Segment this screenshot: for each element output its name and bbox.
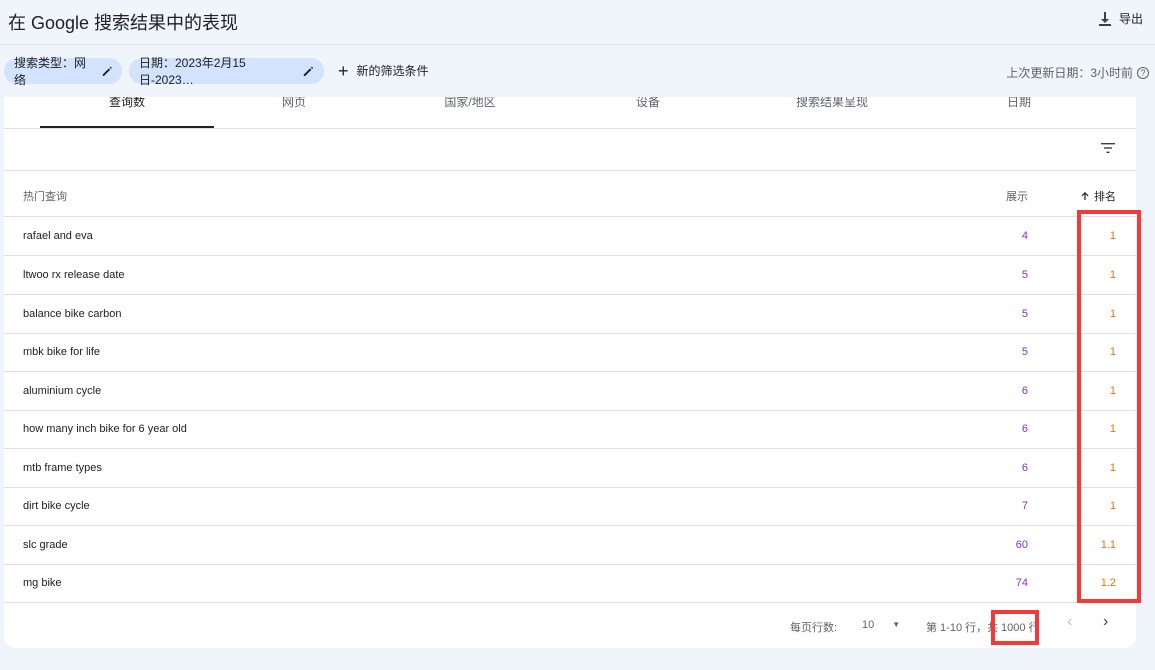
table-row[interactable]: balance bike carbon 5 1 (4, 295, 1136, 334)
table-row[interactable]: how many inch bike for 6 year old 6 1 (4, 410, 1136, 449)
query-cell: balance bike carbon (23, 308, 122, 320)
table-row[interactable]: mbk bike for life 5 1 (4, 333, 1136, 372)
last-updated: 上次更新日期：3小时前 ? (1006, 64, 1149, 81)
tab-search-appearance[interactable]: 搜索结果呈现 (764, 97, 900, 128)
results-card: 查询数 网页 国家/地区 设备 搜索结果呈现 日期 热门查询 展示 排名 raf… (4, 97, 1136, 648)
chevron-left-icon[interactable]: ‹ (1067, 613, 1072, 631)
rows-per-page-label: 每页行数: (790, 622, 838, 634)
table-header: 热门查询 展示 排名 (4, 171, 1136, 217)
page-range: 第 1-10 行，共 (926, 622, 999, 634)
impressions-cell: 6 (1021, 385, 1028, 397)
table-row[interactable]: mtb frame types 6 1 (4, 449, 1136, 488)
page-title: 在 Google 搜索结果中的表现 (8, 13, 239, 33)
query-cell: ltwoo rx release date (23, 269, 125, 281)
edit-icon (304, 66, 314, 76)
dimension-tabs: 查询数 网页 国家/地区 设备 搜索结果呈现 日期 (4, 97, 1136, 129)
tab-devices[interactable]: 设备 (588, 97, 708, 128)
table-row[interactable]: rafael and eva 4 1 (4, 217, 1136, 256)
query-cell: mg bike (23, 577, 62, 589)
rows-per-page-value: 10 (862, 619, 875, 631)
caret-down-icon: ▼ (892, 620, 901, 629)
query-cell: how many inch bike for 6 year old (23, 423, 187, 435)
rows-per-page-select[interactable]: 10 ▼ (862, 619, 900, 631)
date-chip-label: 日期：2023年2月15日-2023… (139, 56, 246, 87)
filter-icon[interactable] (1100, 141, 1116, 155)
table-toolbar (4, 129, 1136, 171)
query-cell: mbk bike for life (23, 346, 101, 358)
column-header-position[interactable]: 排名 (1080, 188, 1116, 204)
date-chip[interactable]: 日期：2023年2月15日-2023… (129, 56, 324, 87)
table-row[interactable]: aluminium cycle 6 1 (4, 372, 1136, 411)
impressions-cell: 74 (1015, 577, 1028, 589)
impressions-cell: 4 (1021, 230, 1028, 242)
impressions-cell: 7 (1021, 500, 1028, 512)
table-row[interactable]: slc grade 60 1.1 (4, 526, 1136, 565)
tab-queries[interactable]: 查询数 (40, 97, 214, 128)
new-filter-label: 新的筛选条件 (356, 64, 429, 78)
arrow-up-icon (1081, 192, 1089, 200)
column-header-query[interactable]: 热门查询 (23, 188, 67, 204)
query-cell: mtb frame types (23, 462, 102, 474)
impressions-cell: 6 (1021, 423, 1028, 435)
last-updated-text: 上次更新日期：3小时前 (1006, 66, 1133, 80)
search-type-chip-label: 搜索类型：网络 (14, 56, 87, 87)
column-header-impressions[interactable]: 展示 (1006, 188, 1028, 204)
page-header: 在 Google 搜索结果中的表现 导出 (0, 0, 1155, 45)
tab-dates[interactable]: 日期 (964, 97, 1074, 128)
table-row[interactable]: ltwoo rx release date 5 1 (4, 256, 1136, 295)
new-filter-button[interactable]: + 新的筛选条件 (338, 60, 429, 81)
help-icon[interactable]: ? (1137, 66, 1149, 79)
position-column-highlight (1077, 210, 1141, 603)
export-label: 导出 (1118, 12, 1143, 26)
total-rows-highlight (991, 610, 1039, 645)
query-cell: rafael and eva (23, 230, 93, 242)
tab-pages[interactable]: 网页 (232, 97, 356, 128)
filter-bar: 搜索类型：网络 日期：2023年2月15日-2023… + 新的筛选条件 上次更… (0, 56, 1155, 87)
export-button[interactable]: 导出 (1097, 10, 1143, 27)
impressions-cell: 6 (1021, 462, 1028, 474)
query-cell: slc grade (23, 539, 68, 551)
impressions-cell: 5 (1021, 308, 1028, 320)
query-cell: dirt bike cycle (23, 500, 90, 512)
chevron-right-icon[interactable]: › (1103, 613, 1108, 631)
impressions-cell: 5 (1021, 346, 1028, 358)
plus-icon: + (338, 60, 349, 81)
table-row[interactable]: mg bike 74 1.2 (4, 564, 1136, 603)
query-cell: aluminium cycle (23, 385, 102, 397)
search-type-chip[interactable]: 搜索类型：网络 (4, 56, 122, 87)
tab-countries[interactable]: 国家/地区 (412, 97, 528, 128)
impressions-cell: 5 (1021, 269, 1028, 281)
impressions-cell: 60 (1015, 539, 1028, 551)
edit-icon (102, 66, 112, 76)
table-row[interactable]: dirt bike cycle 7 1 (4, 487, 1136, 526)
column-header-position-label: 排名 (1094, 191, 1116, 203)
download-icon (1098, 11, 1111, 26)
pagination: 每页行数: 10 ▼ 第 1-10 行，共 1000 行 ‹ › (4, 602, 1136, 648)
